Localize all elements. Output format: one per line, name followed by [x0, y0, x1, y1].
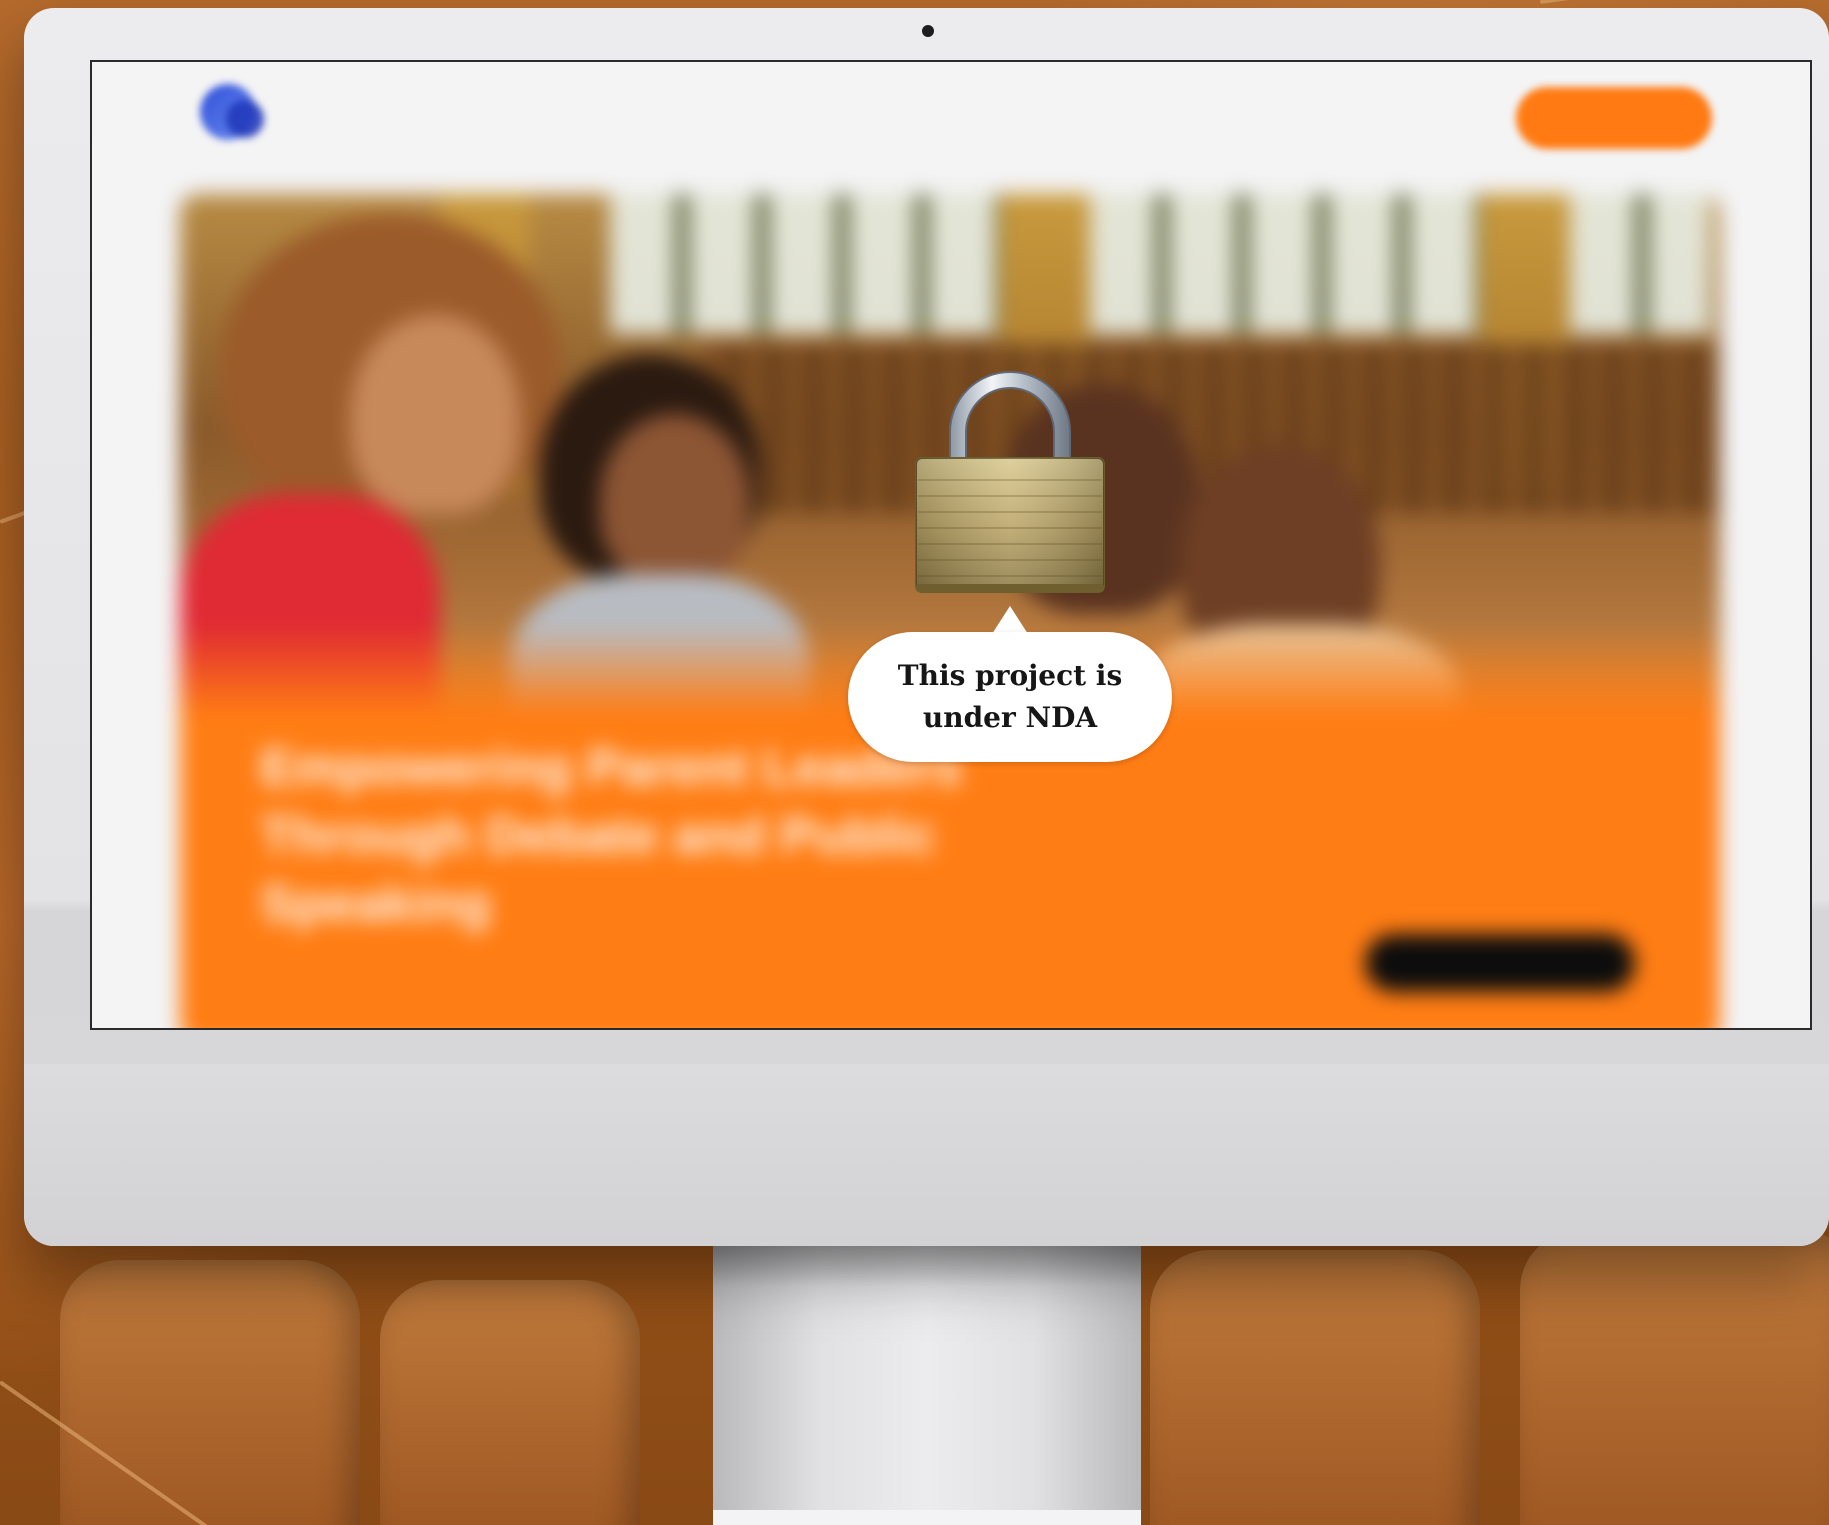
hero-title: Empowering Parent Leaders Through Debate…: [260, 739, 963, 933]
hero-photo-person: [350, 314, 520, 514]
background-seat: [1150, 1250, 1480, 1525]
monitor-chin: [24, 1064, 1829, 1246]
imac-monitor: Empowering Parent Leaders Through Debate…: [24, 8, 1829, 1246]
background-seat: [60, 1260, 360, 1525]
hero-button[interactable]: [1365, 934, 1635, 992]
speech-bubble-tail: [992, 606, 1028, 634]
background-line: [1539, 0, 1829, 4]
background-seat: [380, 1280, 640, 1525]
hero-photo-person: [600, 414, 750, 584]
monitor-screen: Empowering Parent Leaders Through Debate…: [90, 60, 1812, 1030]
header-cta-button[interactable]: [1516, 87, 1712, 149]
logo-mark-icon: [226, 100, 264, 138]
hero-section: Empowering Parent Leaders Through Debate…: [180, 194, 1720, 1028]
monitor-stand: [713, 1246, 1141, 1525]
site-logo[interactable]: [192, 80, 302, 150]
camera-icon: [922, 25, 934, 37]
nda-speech-bubble: This project is under NDA: [848, 632, 1172, 762]
background-seat: [1520, 1230, 1829, 1525]
monitor-stand-base: [713, 1510, 1141, 1525]
padlock-icon: [915, 371, 1105, 593]
nda-message: This project is under NDA: [897, 659, 1123, 734]
website-header: [92, 62, 1810, 182]
